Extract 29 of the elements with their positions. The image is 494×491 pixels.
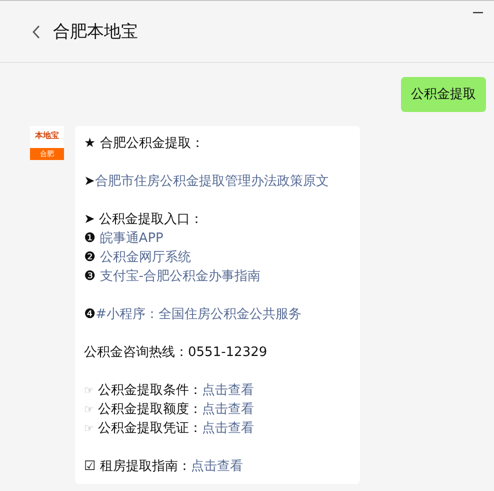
back-icon[interactable]	[32, 24, 41, 38]
message-text: 公积金提取凭证：	[97, 421, 202, 436]
minimize-icon[interactable]	[473, 12, 483, 14]
link[interactable]: 点击查看	[202, 402, 254, 417]
pointing-hand-icon: ☞	[84, 384, 94, 397]
message-text: 公积金咨询热线：0551-12329	[84, 345, 268, 360]
message-text: ★ 合肥公积金提取：	[84, 136, 204, 151]
link[interactable]: 点击查看	[202, 421, 254, 436]
message-text: ❷	[84, 250, 97, 265]
message-text: ➤ 公积金提取入口：	[84, 212, 204, 227]
message-text: ❶	[84, 231, 97, 246]
message-text: ➤	[84, 174, 95, 189]
logo-text: 本地宝	[34, 130, 60, 142]
link[interactable]: 支付宝-合肥公积金办事指南	[100, 269, 260, 284]
message-text: ❸	[84, 269, 97, 284]
message-text: ☑ 租房提取指南：	[84, 459, 191, 474]
link[interactable]: 点击查看	[190, 459, 243, 474]
pointing-hand-icon: ☞	[84, 422, 94, 435]
link[interactable]: 合肥市住房公积金提取管理办法政策原文	[94, 174, 329, 189]
link[interactable]: 皖事通APP	[100, 231, 164, 246]
link[interactable]: 点击查看	[202, 383, 254, 398]
window-title: 合肥本地宝	[53, 21, 138, 43]
pointing-hand-icon: ☞	[84, 403, 94, 416]
link[interactable]: 公积金网厅系统	[100, 250, 191, 265]
message-bubble: 公积金提取	[401, 77, 486, 112]
message-text: ❹	[84, 307, 96, 322]
message-text: 公积金提取条件：	[97, 383, 202, 398]
link[interactable]: #小程序：全国住房公积金公共服务	[96, 307, 302, 322]
message-text: 公积金提取额度：	[97, 402, 202, 417]
